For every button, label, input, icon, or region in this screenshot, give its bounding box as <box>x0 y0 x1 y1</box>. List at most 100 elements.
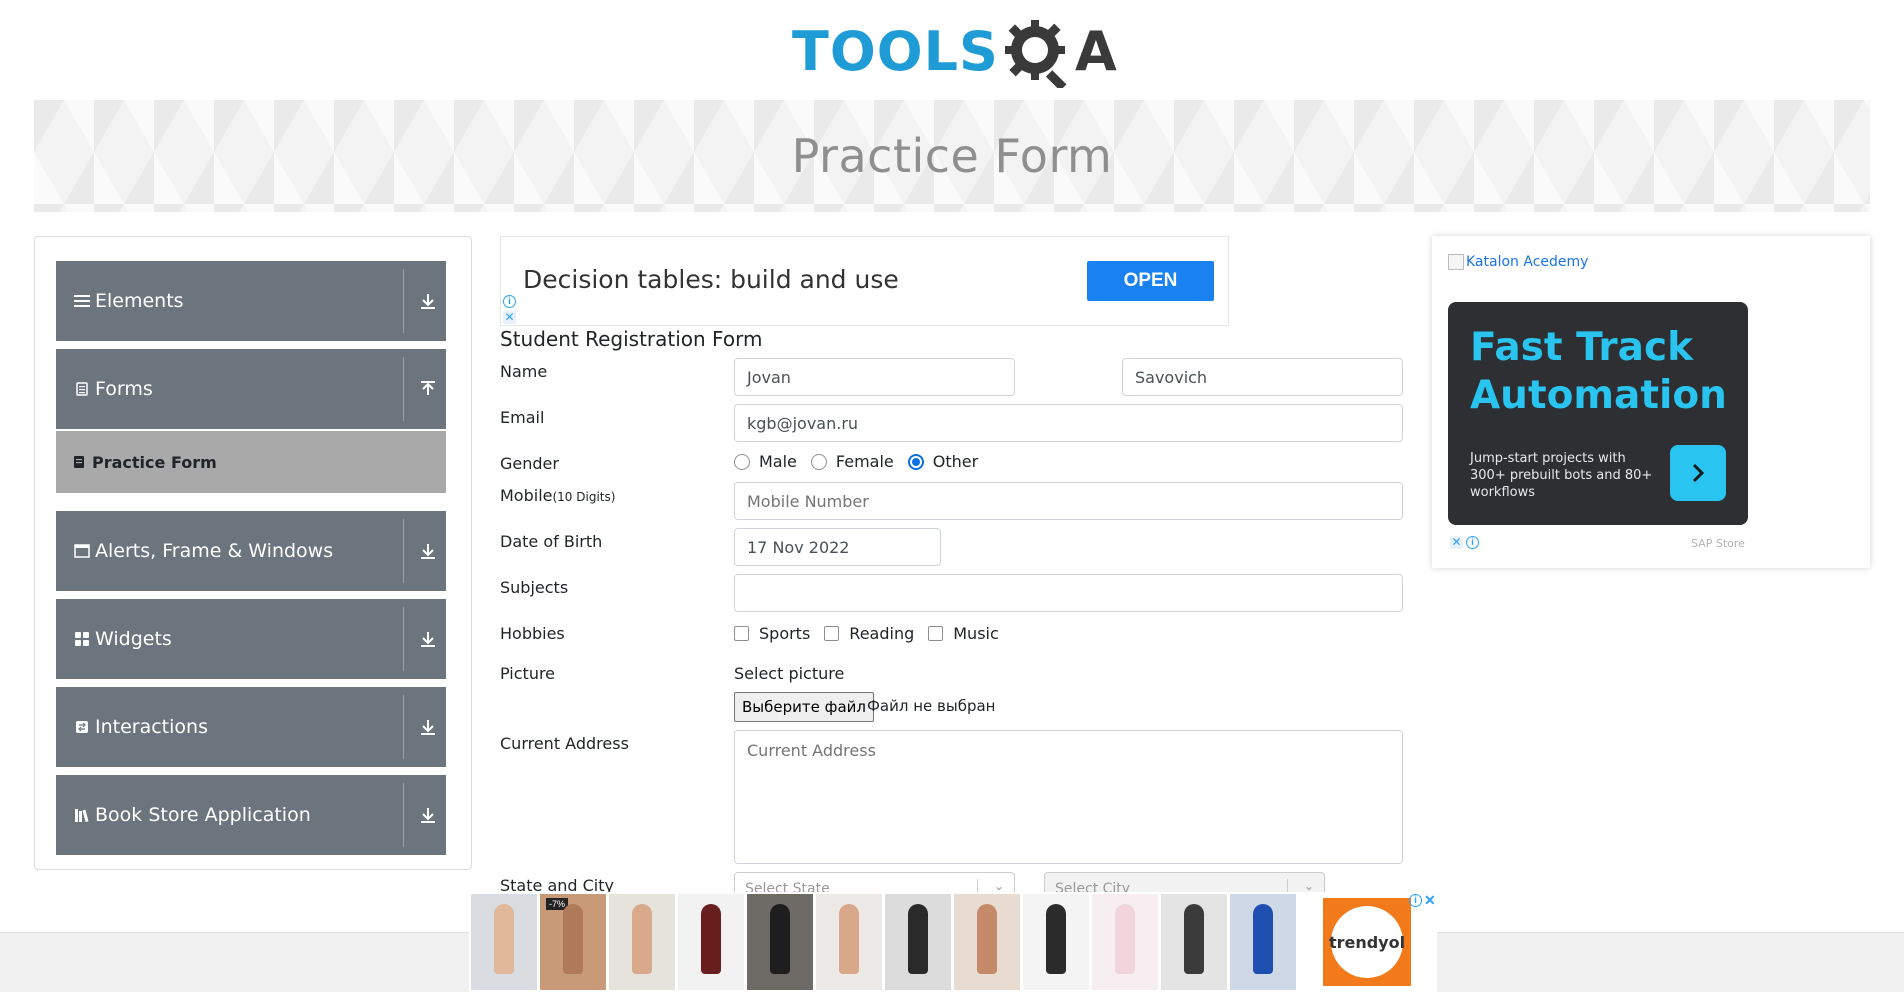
form-title: Student Registration Form <box>500 327 763 351</box>
info-icon[interactable]: i <box>1409 894 1422 907</box>
product-thumbnail[interactable] <box>609 894 675 990</box>
download-icon[interactable] <box>418 541 438 561</box>
sidebar-group-forms[interactable]: Forms <box>56 349 446 429</box>
mobile-label: Mobile(10 Digits) <box>500 486 615 505</box>
ad-product-thumbnails: -7% <box>471 894 1299 990</box>
radio-button[interactable] <box>810 453 827 470</box>
sidebar-group-widgets[interactable]: Widgets <box>56 599 446 679</box>
last-name-input[interactable]: Savovich <box>1122 358 1403 396</box>
sidebar-group-alerts[interactable]: Alerts, Frame & Windows <box>56 511 446 591</box>
product-thumbnail[interactable]: -7% <box>540 894 606 990</box>
sidebar-group-label: Widgets <box>95 628 172 650</box>
checkbox-label: Music <box>953 624 999 643</box>
ad-card[interactable]: Fast Track Automation Jump-start project… <box>1448 302 1748 525</box>
sidebar-group-elements[interactable]: Elements <box>56 261 446 341</box>
email-input[interactable]: kgb@jovan.ru <box>734 404 1403 442</box>
gear-magnifier-icon <box>1004 20 1067 88</box>
bottom-ad-banner[interactable]: -7% trendyol i ✕ <box>469 892 1437 992</box>
radio-label: Female <box>835 452 894 471</box>
side-ad[interactable]: Katalon Acedemy Fast Track Automation Ju… <box>1432 236 1870 568</box>
close-icon[interactable]: ✕ <box>1424 892 1436 909</box>
sidebar-group-interactions[interactable]: Interactions <box>56 687 446 767</box>
choose-file-button[interactable]: Выберите файл <box>734 692 874 722</box>
select-picture-label: Select picture <box>734 664 845 683</box>
page-banner: Practice Form <box>34 100 1870 212</box>
gender-label: Gender <box>500 454 559 473</box>
logo-text-tools: TOOLS <box>792 20 999 83</box>
dob-label: Date of Birth <box>500 532 603 551</box>
chevron-right-icon <box>1692 463 1705 483</box>
chevron-down-icon: ⌄ <box>993 879 1004 893</box>
mobile-label-text: Mobile <box>500 486 553 505</box>
product-thumbnail[interactable] <box>471 894 537 990</box>
books-icon <box>74 807 90 823</box>
product-thumbnail[interactable] <box>1230 894 1296 990</box>
divider <box>403 519 404 583</box>
ad-card-body: Jump-start projects with 300+ prebuilt b… <box>1470 451 1653 500</box>
mobile-input[interactable]: Mobile Number <box>734 482 1403 520</box>
info-icon[interactable]: i <box>503 295 516 308</box>
page-title: Practice Form <box>791 129 1113 183</box>
gender-option-female[interactable]: Female <box>810 452 894 471</box>
product-thumbnail[interactable] <box>816 894 882 990</box>
date-of-birth-input[interactable]: 17 Nov 2022 <box>734 528 941 566</box>
product-thumbnail[interactable] <box>678 894 744 990</box>
hobbies-checkbox-group: Sports Reading Music <box>734 624 1013 643</box>
checkbox[interactable] <box>928 626 944 641</box>
subjects-label: Subjects <box>500 578 569 597</box>
first-name-input[interactable]: Jovan <box>734 358 1015 396</box>
sidebar-group-book-store[interactable]: Book Store Application <box>56 775 446 855</box>
broken-image-alt: Katalon Acedemy <box>1466 254 1589 270</box>
gender-option-other[interactable]: Other <box>907 452 978 471</box>
file-status: Файл не выбран <box>867 697 996 715</box>
checkbox[interactable] <box>734 626 749 641</box>
product-thumbnail[interactable] <box>885 894 951 990</box>
download-icon[interactable] <box>418 805 438 825</box>
broken-image-icon <box>1448 254 1464 270</box>
hobby-option-sports[interactable]: Sports <box>734 624 810 643</box>
name-label: Name <box>500 362 548 381</box>
broken-image-link[interactable]: Katalon Acedemy <box>1448 254 1588 270</box>
ad-card-headline: Fast Track Automation <box>1470 325 1727 418</box>
toolsqa-logo[interactable]: TOOLS A <box>792 14 1117 90</box>
sidebar-group-label: Interactions <box>95 716 208 738</box>
ad-open-button[interactable]: OPEN <box>1087 261 1214 301</box>
download-icon[interactable] <box>418 291 438 311</box>
trendyol-brand: trendyol <box>1329 906 1405 978</box>
radio-button-checked[interactable] <box>907 453 924 470</box>
ad-card-arrow-button[interactable] <box>1670 445 1726 501</box>
product-thumbnail[interactable] <box>1161 894 1227 990</box>
product-thumbnail[interactable] <box>747 894 813 990</box>
address-label: Current Address <box>500 734 629 753</box>
checkbox[interactable] <box>824 626 840 641</box>
download-icon[interactable] <box>418 717 438 737</box>
gender-option-male[interactable]: Male <box>734 452 797 471</box>
sidebar-group-label: Elements <box>95 290 184 312</box>
email-label: Email <box>500 408 545 427</box>
product-thumbnail[interactable] <box>1092 894 1158 990</box>
sidebar-item-practice-form[interactable]: Practice Form <box>56 431 446 493</box>
trendyol-logo[interactable]: trendyol <box>1323 898 1411 986</box>
menu-icon <box>74 293 90 309</box>
checkbox-label: Reading <box>849 624 915 643</box>
close-icon[interactable]: ✕ <box>503 311 516 324</box>
top-ad-banner[interactable]: Decision tables: build and use OPEN i ✕ <box>500 236 1229 326</box>
sidebar-group-label: Forms <box>95 378 153 400</box>
hobby-option-music[interactable]: Music <box>928 624 999 643</box>
subjects-input[interactable] <box>734 574 1403 612</box>
upload-icon[interactable] <box>418 379 438 399</box>
grid-icon <box>74 631 90 647</box>
radio-button[interactable] <box>734 453 750 470</box>
divider <box>403 783 404 847</box>
product-thumbnail[interactable] <box>1023 894 1089 990</box>
current-address-textarea[interactable]: Current Address <box>734 730 1403 864</box>
radio-label: Male <box>759 452 797 471</box>
product-thumbnail[interactable] <box>954 894 1020 990</box>
checkbox-label: Sports <box>759 624 811 643</box>
divider <box>403 269 404 333</box>
hobby-option-reading[interactable]: Reading <box>824 624 914 643</box>
close-icon[interactable]: ✕ <box>1450 536 1463 549</box>
ad-headline: Decision tables: build and use <box>523 265 899 294</box>
info-icon[interactable]: i <box>1466 536 1479 549</box>
download-icon[interactable] <box>418 629 438 649</box>
